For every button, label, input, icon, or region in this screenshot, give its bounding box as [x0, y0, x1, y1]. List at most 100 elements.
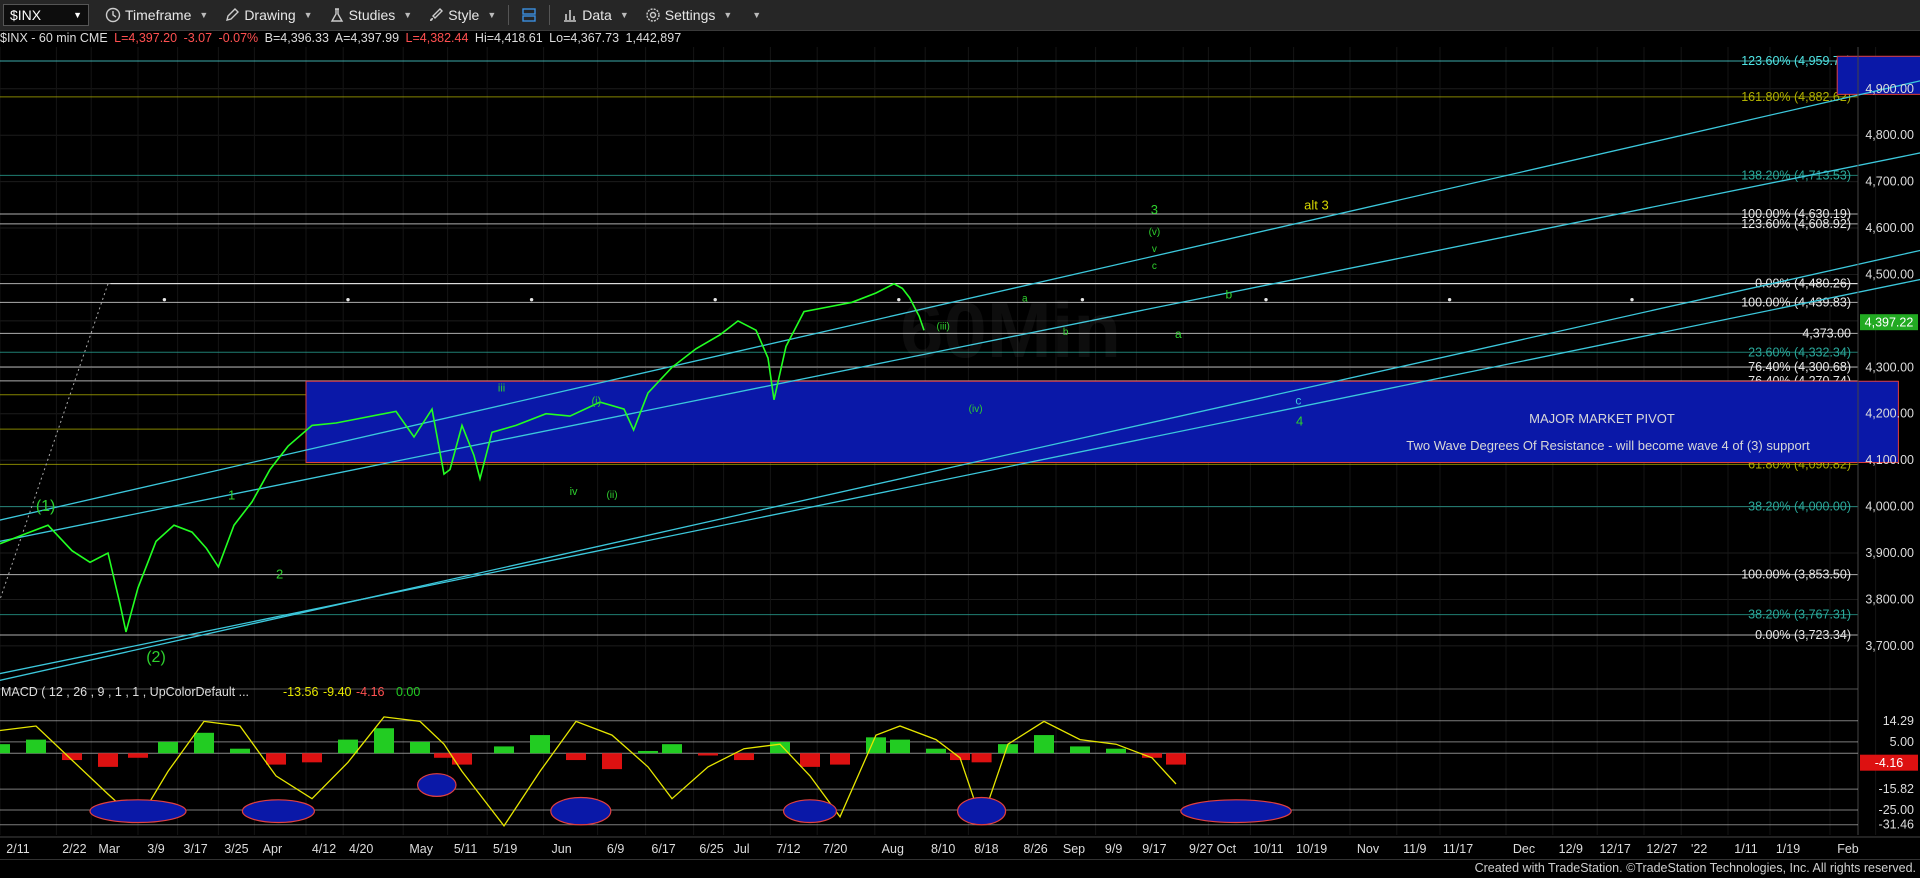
- fib-level-label: 38.20% (3,767.31): [1748, 608, 1851, 622]
- wave-label: (ii): [606, 490, 617, 501]
- time-axis[interactable]: 2/11 2/22 Mar 3/9 3/17 3/25 Apr 4/12 4/20 May 5/11…: [0, 836, 1920, 856]
- chevron-down-icon: ▼: [303, 10, 313, 20]
- macd-tick-label: -25.00: [1879, 803, 1914, 817]
- macd-histogram-bar: [374, 728, 394, 754]
- fib-level-label: 38.20% (4,000.00): [1748, 500, 1851, 514]
- fib-level-label: 76.40% (4,300.68): [1748, 360, 1851, 374]
- quote-info-bar: $INX - 60 min CME L=4,397.20 -3.07 -0.07…: [0, 31, 684, 47]
- toolbar-divider: [549, 5, 551, 25]
- wave-label: (iv): [969, 404, 983, 415]
- macd-histogram-bar: [971, 753, 992, 763]
- layout-button[interactable]: [513, 0, 545, 30]
- time-tick-label: 11/9: [1403, 842, 1426, 856]
- time-tick-label: Jul: [734, 842, 750, 856]
- macd-histogram-bar: [530, 735, 550, 754]
- timeframe-button[interactable]: Timeframe ▼: [97, 0, 216, 30]
- time-tick-label: 4/12: [312, 842, 336, 856]
- time-tick-label: 4/20: [349, 842, 373, 856]
- clock-icon: [105, 7, 121, 23]
- time-tick-label: 6/17: [651, 842, 675, 856]
- studies-label: Studies: [348, 7, 396, 23]
- time-tick-label: 3/9: [147, 842, 164, 856]
- bar-chart-icon: [564, 10, 577, 22]
- wave-label: 3: [1151, 202, 1158, 217]
- time-tick-label: 1/19: [1776, 842, 1800, 856]
- studies-button[interactable]: Studies ▼: [321, 0, 421, 30]
- reference-marker: [346, 297, 350, 302]
- symbol-input[interactable]: $INX ▼: [3, 4, 89, 26]
- drawing-label: Drawing: [244, 7, 296, 23]
- time-tick-label: May: [409, 842, 433, 856]
- macd-histogram-bar: [194, 732, 214, 754]
- watermark: 60Min: [900, 286, 1121, 374]
- pencil-icon: [226, 8, 240, 21]
- target-boxes: MAJOR MARKET PIVOT Two Wave Degrees Of Re…: [305, 55, 1920, 463]
- chevron-down-icon: ▼: [752, 10, 762, 20]
- fib-level-label: 161.80% (4,882.62): [1741, 90, 1851, 104]
- price-tick-label: 4,200.00: [1865, 407, 1914, 421]
- low-price: L=4,382.44: [405, 31, 469, 45]
- more-button[interactable]: ▼: [740, 0, 769, 30]
- layout-icon: [522, 8, 536, 22]
- settings-button[interactable]: Settings ▼: [637, 0, 741, 30]
- price-tick-label: 4,800.00: [1865, 128, 1914, 142]
- macd-histogram-bar: [266, 753, 286, 765]
- reference-marker: [1630, 297, 1634, 302]
- reference-marker: [713, 297, 717, 302]
- macd-value-2: -9.40: [323, 685, 352, 699]
- time-tick-label: 2/22: [62, 842, 86, 856]
- time-tick-label: Dec: [1513, 842, 1535, 856]
- macd-histogram-bar: [926, 748, 946, 754]
- timeframe-label: Timeframe: [125, 7, 192, 23]
- symbol-text: $INX: [10, 7, 42, 23]
- macd-histogram-bar: [410, 741, 430, 754]
- time-tick-label: 8/10: [931, 842, 955, 856]
- price-tick-label: 3,900.00: [1865, 546, 1914, 560]
- style-button[interactable]: Style ▼: [420, 0, 504, 30]
- net-change: -3.07: [183, 31, 213, 45]
- reference-marker: [162, 297, 167, 302]
- wave-label: iii: [498, 382, 505, 394]
- price-tick-label: 4,500.00: [1865, 267, 1914, 281]
- macd-histogram-bar: [98, 753, 118, 767]
- price-tick-label: 4,900.00: [1865, 82, 1914, 96]
- price-tick-label: 4,700.00: [1865, 175, 1914, 189]
- time-tick-label: Apr: [263, 842, 282, 856]
- data-button[interactable]: Data ▼: [554, 0, 637, 30]
- macd-histogram-bar: [890, 739, 910, 754]
- price-tick-label: 4,300.00: [1865, 360, 1914, 374]
- drawing-button[interactable]: Drawing ▼: [216, 0, 320, 30]
- price-chart[interactable]: 123.60% (4,959.71) 161.80% (4,882.62) 1 38.…: [0, 47, 1920, 859]
- fib-level-label: 4,373.00: [1802, 326, 1851, 340]
- wave-label: c: [1295, 393, 1301, 407]
- macd-histogram-bar: [800, 753, 820, 767]
- time-tick-label: 5/11: [454, 842, 477, 856]
- macd-oval: [550, 796, 612, 826]
- macd-histogram-bar: [638, 750, 658, 754]
- time-tick-label: 8/26: [1023, 842, 1047, 856]
- time-tick-label: 2/11: [6, 842, 29, 856]
- wave-label: 1: [228, 488, 235, 503]
- flask-icon: [330, 8, 343, 22]
- chart-title: $INX - 60 min CME: [0, 31, 108, 45]
- symbol-dropdown-icon[interactable]: ▼: [73, 10, 82, 20]
- volume: 1,442,897: [625, 31, 682, 45]
- chevron-down-icon: ▼: [487, 10, 497, 20]
- wave-label: alt 3: [1304, 197, 1329, 212]
- price-tick-label: 3,700.00: [1865, 639, 1914, 653]
- time-tick-label: Aug: [882, 842, 904, 856]
- time-tick-label: 5/19: [493, 842, 517, 856]
- pct-change: -0.07%: [218, 31, 259, 45]
- wave-label: v: [1152, 244, 1157, 255]
- time-tick-label: '22: [1691, 842, 1707, 856]
- time-tick-label: 3/17: [183, 842, 207, 856]
- wave-label: a: [1175, 327, 1182, 341]
- macd-histogram-bar: [1070, 746, 1090, 754]
- macd-histogram-bar: [26, 739, 46, 754]
- reference-marker: [529, 297, 534, 302]
- price-tick-label: 4,600.00: [1865, 221, 1914, 235]
- wave-label: c: [1152, 261, 1157, 272]
- low-of-bar: Lo=4,367.73: [549, 31, 620, 45]
- last-price: L=4,397.20: [114, 31, 178, 45]
- macd-histogram-bar: [734, 753, 754, 761]
